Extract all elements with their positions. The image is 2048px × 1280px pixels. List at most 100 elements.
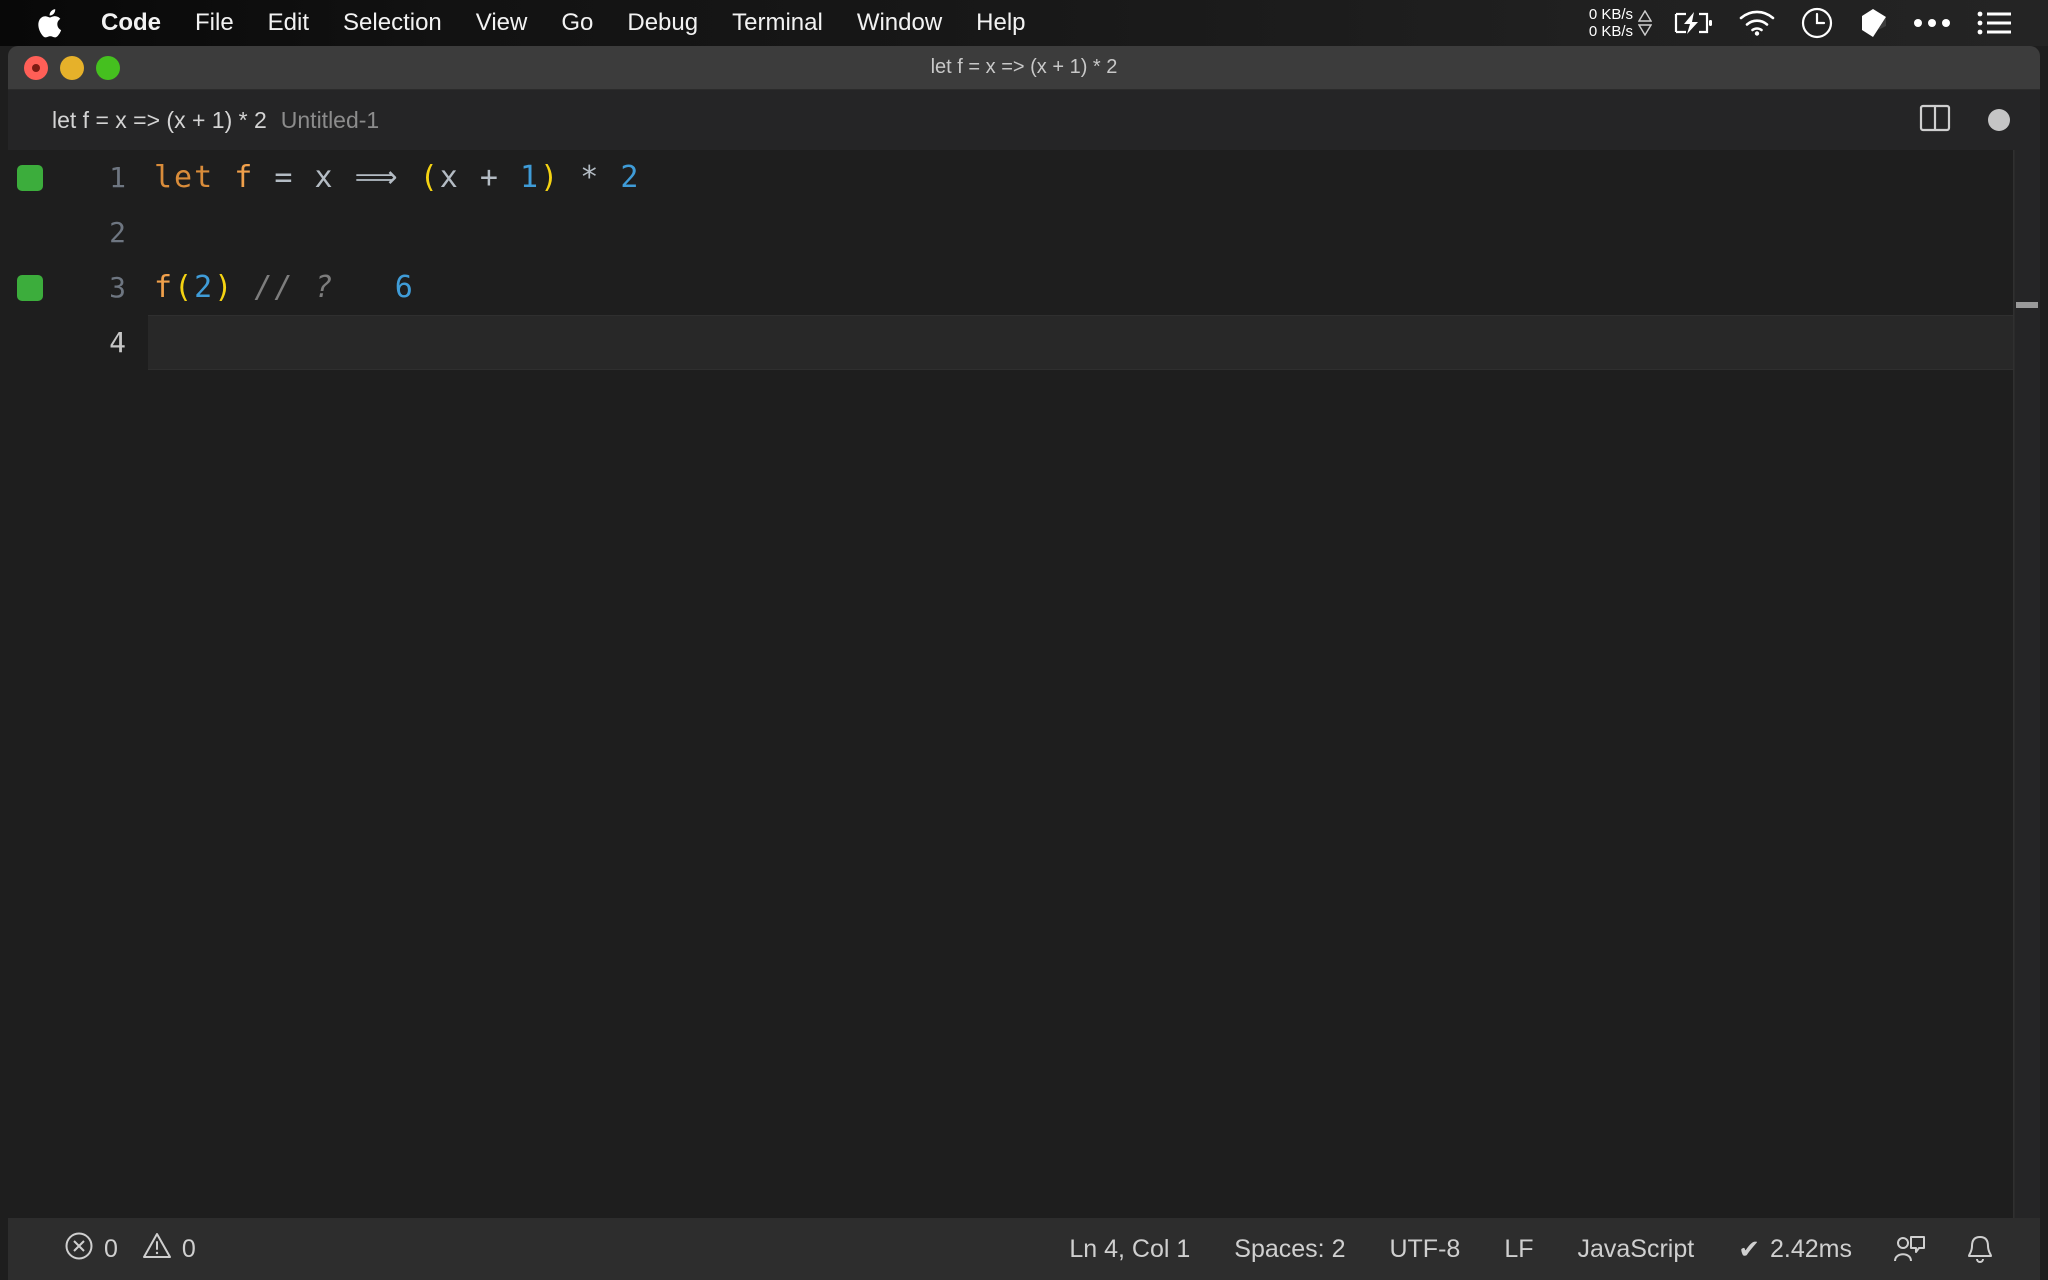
- code-token: ⟹: [354, 160, 400, 195]
- language-mode[interactable]: JavaScript: [1556, 1235, 1717, 1264]
- maximize-button[interactable]: [96, 56, 120, 80]
- line-content[interactable]: f(2) // ? 6: [148, 260, 2040, 315]
- warning-triangle-icon: [142, 1231, 172, 1268]
- cursor-position[interactable]: Ln 4, Col 1: [1047, 1235, 1212, 1264]
- status-bar: 0 0 Ln 4, Col 1 Spaces: 2 UTF-8 LF JavaS…: [8, 1218, 2040, 1280]
- overview-ruler-mark: [2016, 302, 2038, 308]
- network-arrows: [1638, 10, 1652, 36]
- code-token: +: [459, 160, 521, 195]
- live-run-marker-icon: [17, 164, 43, 191]
- code-token: x: [439, 160, 460, 195]
- line-number: 4: [109, 326, 126, 359]
- menu-item-window[interactable]: Window: [840, 11, 959, 35]
- editor-scrollbar[interactable]: [2014, 150, 2040, 1218]
- editor-actions: [1918, 90, 2010, 150]
- menu-items-group: Code File Edit Selection View Go Debug T…: [84, 11, 1043, 35]
- line-number: 2: [109, 216, 126, 249]
- warning-count: 0: [181, 1234, 196, 1263]
- list-menu-icon[interactable]: [1964, 10, 2024, 36]
- check-icon: ✔: [1738, 1233, 1761, 1264]
- code-token: x: [314, 160, 335, 195]
- code-token: f: [234, 160, 255, 195]
- run-time-value: 2.42ms: [1770, 1234, 1852, 1263]
- line-ending[interactable]: LF: [1482, 1235, 1555, 1264]
- error-circle-icon: [64, 1231, 94, 1268]
- network-download-speed: 0 KB/s: [1588, 23, 1633, 40]
- arrow-down-icon: [1638, 24, 1652, 36]
- run-marker-slot: [8, 274, 52, 301]
- live-run-marker-icon: [17, 274, 43, 301]
- ellipsis-icon[interactable]: [1900, 18, 1964, 28]
- run-marker-slot: [8, 164, 52, 191]
- status-bar-left: 0 0: [8, 1231, 218, 1268]
- split-editor-icon[interactable]: [1918, 101, 1952, 140]
- minimize-button[interactable]: [60, 56, 84, 80]
- code-editor[interactable]: 1 let f = x ⟹ (x + 1) * 2 2 3 f(2) // ? 64: [8, 150, 2040, 1218]
- code-token: (: [419, 160, 440, 195]
- menu-item-code[interactable]: Code: [84, 11, 178, 35]
- wifi-icon[interactable]: [1726, 10, 1788, 36]
- clock-icon[interactable]: [1788, 7, 1846, 39]
- line-number: 1: [109, 161, 126, 194]
- status-bar-right: Ln 4, Col 1 Spaces: 2 UTF-8 LF JavaScrip…: [1047, 1234, 2040, 1265]
- code-token: *: [580, 160, 601, 195]
- notifications-bell-icon[interactable]: [1946, 1234, 2014, 1264]
- problems-status[interactable]: 0 0: [42, 1231, 218, 1268]
- dropbox-icon[interactable]: [1846, 8, 1900, 38]
- network-upload-speed: 0 KB/s: [1588, 6, 1633, 23]
- code-token: ?: [314, 270, 335, 305]
- menu-item-view[interactable]: View: [459, 11, 545, 35]
- menu-item-go[interactable]: Go: [544, 11, 610, 35]
- menu-item-selection[interactable]: Selection: [326, 11, 459, 35]
- breadcrumb-secondary[interactable]: Untitled-1: [281, 107, 379, 134]
- menu-item-edit[interactable]: Edit: [251, 11, 326, 35]
- breadcrumb: let f = x => (x + 1) * 2 Untitled-1: [8, 90, 2040, 150]
- macos-menu-bar: Code File Edit Selection View Go Debug T…: [0, 0, 2048, 46]
- code-token: ): [214, 270, 235, 305]
- breadcrumb-primary[interactable]: let f = x => (x + 1) * 2: [52, 107, 267, 134]
- code-line[interactable]: 1 let f = x ⟹ (x + 1) * 2: [8, 150, 2040, 205]
- code-token: let: [154, 160, 215, 195]
- code-token: 2: [194, 270, 215, 305]
- vscode-window: let f = x => (x + 1) * 2 let f = x => (x…: [8, 46, 2040, 1280]
- battery-charging-icon[interactable]: [1660, 11, 1726, 35]
- error-count: 0: [104, 1234, 118, 1263]
- network-speed-indicator[interactable]: 0 KB/s 0 KB/s: [1581, 6, 1660, 40]
- code-token: 1: [520, 160, 541, 195]
- feedback-person-icon[interactable]: [1874, 1234, 1946, 1264]
- code-token: (: [174, 270, 195, 305]
- line-number: 3: [109, 271, 126, 304]
- window-title-bar: let f = x => (x + 1) * 2: [8, 46, 2040, 90]
- line-content[interactable]: let f = x ⟹ (x + 1) * 2: [148, 150, 2040, 205]
- code-token: //: [254, 270, 295, 305]
- close-button[interactable]: [24, 56, 48, 80]
- unsaved-dot-indicator[interactable]: [1988, 109, 2010, 131]
- apple-logo-icon[interactable]: [36, 8, 62, 39]
- menu-item-file[interactable]: File: [178, 11, 251, 35]
- indentation-setting[interactable]: Spaces: 2: [1212, 1235, 1367, 1264]
- run-time-status[interactable]: ✔ 2.42ms: [1716, 1234, 1874, 1265]
- window-title: let f = x => (x + 1) * 2: [930, 56, 1118, 78]
- code-line[interactable]: 4: [8, 315, 2040, 370]
- line-content[interactable]: [148, 315, 2040, 370]
- menu-item-help[interactable]: Help: [959, 11, 1042, 35]
- line-content[interactable]: [148, 205, 2040, 260]
- menu-item-debug[interactable]: Debug: [610, 11, 715, 35]
- menu-item-terminal[interactable]: Terminal: [715, 11, 840, 35]
- code-line[interactable]: 3 f(2) // ? 6: [8, 260, 2040, 315]
- file-encoding[interactable]: UTF-8: [1367, 1235, 1482, 1264]
- code-lines: 1 let f = x ⟹ (x + 1) * 2 2 3 f(2) // ? 64: [8, 150, 2040, 370]
- menu-bar-status-icons: 0 KB/s 0 KB/s: [1581, 6, 2048, 40]
- code-line[interactable]: 2: [8, 205, 2040, 260]
- code-token: 6: [394, 270, 415, 305]
